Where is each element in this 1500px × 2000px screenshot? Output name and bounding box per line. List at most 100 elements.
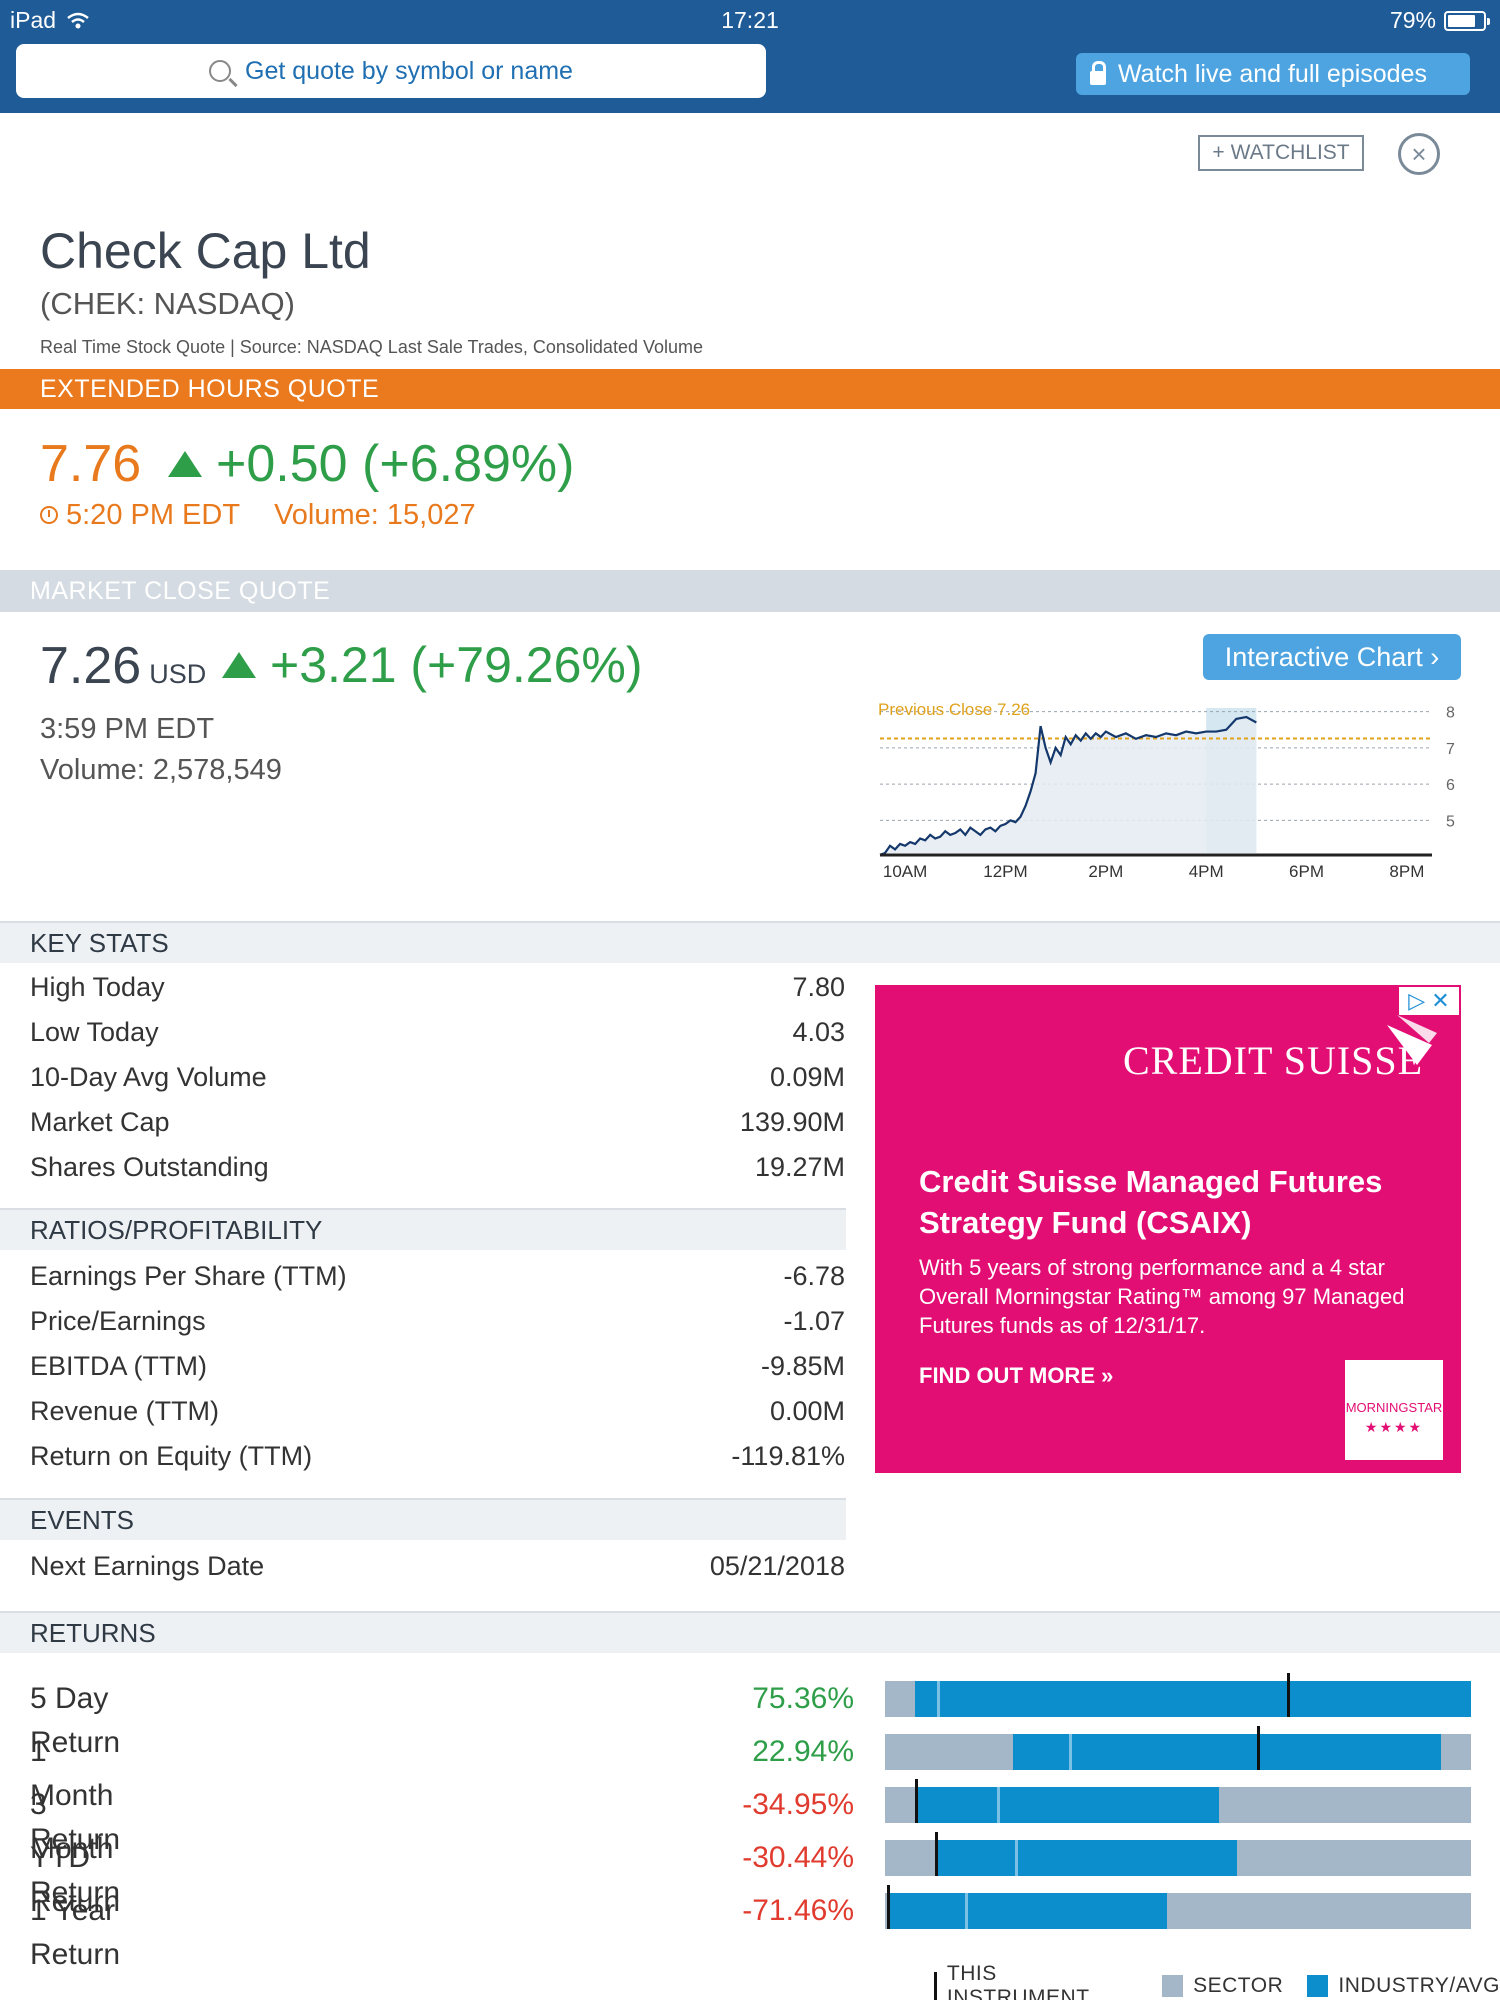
interactive-chart-button[interactable]: Interactive Chart › — [1203, 634, 1461, 680]
x-tick-label: 4PM — [1189, 862, 1224, 880]
instrument-marker — [1287, 1673, 1290, 1717]
x-tick-label: 6PM — [1289, 862, 1324, 880]
ratio-value: -9.85M — [760, 1350, 845, 1381]
y-tick-label: 8 — [1446, 705, 1455, 722]
up-arrow-icon — [168, 451, 202, 477]
return-value: 75.36% — [752, 1682, 854, 1715]
watch-live-label: Watch live and full episodes — [1118, 59, 1427, 88]
event-value: 05/21/2018 — [709, 1550, 845, 1581]
ratio-label: Earnings Per Share (TTM) — [30, 1260, 347, 1291]
close-volume: Volume: 2,578,549 — [40, 754, 282, 786]
extended-change: +0.50 (+6.89%) — [168, 434, 574, 494]
close-price: 7.26 — [40, 637, 142, 695]
extended-price: 7.76 — [40, 435, 142, 493]
company-name: Check Cap Ltd — [40, 223, 371, 279]
add-watchlist-button[interactable]: + WATCHLIST — [1198, 135, 1364, 171]
extended-time: 5:20 PM EDT — [66, 499, 241, 531]
y-tick-label: 7 — [1446, 741, 1455, 758]
battery-icon — [1444, 10, 1490, 31]
return-value: 22.94% — [752, 1735, 854, 1768]
ratio-value: 0.00M — [769, 1395, 845, 1426]
intraday-chart[interactable]: 8 7 6 5 Previous Close 7.26 10AM 12PM 2PM 4PM 6PM… — [870, 690, 1470, 880]
watch-live-button[interactable]: Watch live and full episodes — [1076, 53, 1470, 95]
return-value: -71.46% — [742, 1894, 854, 1927]
sector-divider — [965, 1893, 968, 1929]
x-tick-label: 10AM — [883, 862, 927, 880]
key-stat-value: 0.09M — [769, 1061, 845, 1092]
ratio-row: Earnings Per Share (TTM) -6.78 — [30, 1254, 845, 1298]
ad-body: With 5 years of strong performance and a… — [919, 1255, 1405, 1338]
instrument-marker-icon — [934, 1972, 937, 2000]
status-time: 17:21 — [721, 7, 779, 33]
close-change: +3.21 (+79.26%) — [222, 636, 643, 694]
event-row: Next Earnings Date 05/21/2018 — [30, 1544, 845, 1588]
x-tick-label: 12PM — [983, 862, 1027, 880]
industry-segment — [935, 1840, 1237, 1876]
returns-legend: THIS INSTRUMENT SECTOR INDUSTRY/AVG — [934, 1962, 1500, 2000]
return-value: -30.44% — [742, 1841, 854, 1874]
ratio-label: EBITDA (TTM) — [30, 1350, 207, 1381]
key-stat-value: 7.80 — [792, 971, 845, 1002]
key-stat-label: Shares Outstanding — [30, 1151, 269, 1182]
ratio-label: Revenue (TTM) — [30, 1395, 220, 1426]
search-icon — [209, 60, 232, 82]
sector-divider — [997, 1787, 1000, 1823]
x-tick-label: 8PM — [1389, 862, 1424, 880]
extended-change-value: +0.50 (+6.89%) — [216, 435, 575, 493]
sector-divider — [1015, 1840, 1018, 1876]
return-bar — [885, 1885, 1471, 1929]
key-stat-row: Shares Outstanding 19.27M — [30, 1145, 845, 1189]
returns-header: RETURNS — [0, 1611, 1500, 1653]
sector-swatch-icon — [1161, 1975, 1184, 1997]
industry-segment — [915, 1681, 1471, 1717]
search-input[interactable]: Get quote by symbol or name — [16, 44, 766, 98]
instrument-marker — [1257, 1726, 1260, 1770]
watchlist-label: WATCHLIST — [1230, 141, 1350, 164]
extended-time-wrap: 5:20 PM EDT — [40, 499, 240, 532]
ad-brand: CREDIT SUISSE — [1123, 1038, 1424, 1083]
ad-headline: Credit Suisse Managed Futures Strategy F… — [919, 1164, 1383, 1240]
key-stat-value: 4.03 — [792, 1016, 845, 1047]
ratio-label: Return on Equity (TTM) — [30, 1440, 313, 1471]
key-stat-row: High Today 7.80 — [30, 965, 845, 1009]
lock-icon — [1090, 61, 1106, 85]
return-value: -34.95% — [742, 1788, 854, 1821]
currency: USD — [149, 659, 207, 689]
extended-meta: 5:20 PM EDT Volume: 15,027 — [40, 499, 476, 532]
industry-segment — [1013, 1734, 1441, 1770]
clock-icon — [40, 506, 58, 524]
y-tick-label: 5 — [1446, 813, 1455, 830]
market-close-banner: MARKET CLOSE QUOTE — [0, 570, 1500, 612]
key-stat-row: 10-Day Avg Volume 0.09M — [30, 1055, 845, 1099]
key-stat-label: High Today — [30, 971, 165, 1002]
morningstar-badge: MORNINGSTAR ★★★★ — [1345, 1360, 1443, 1460]
x-tick-label: 2PM — [1088, 862, 1123, 880]
ratio-row: Price/Earnings -1.07 — [30, 1299, 845, 1343]
ratio-value: -119.81% — [731, 1440, 845, 1471]
key-stat-label: 10-Day Avg Volume — [30, 1061, 267, 1092]
ratios-header: RATIOS/PROFITABILITY — [0, 1208, 846, 1250]
events-header: EVENTS — [0, 1498, 846, 1540]
ticker-symbol: (CHEK: NASDAQ) — [40, 286, 295, 321]
key-stat-label: Low Today — [30, 1016, 159, 1047]
industry-segment — [887, 1893, 1167, 1929]
up-arrow-icon — [222, 652, 256, 678]
close-button[interactable]: × — [1398, 133, 1440, 175]
previous-close-label: Previous Close 7.26 — [878, 700, 1030, 719]
legend-sector: SECTOR — [1193, 1974, 1284, 1997]
return-bar — [885, 1832, 1471, 1876]
key-stats-header: KEY STATS — [0, 921, 1500, 963]
return-bar — [885, 1673, 1471, 1717]
ratio-row: Return on Equity (TTM) -119.81% — [30, 1434, 845, 1478]
ad-cta-link[interactable]: FIND OUT MORE » — [919, 1363, 1113, 1389]
industry-swatch-icon — [1307, 1975, 1329, 1997]
key-stat-value: 139.90M — [739, 1106, 845, 1137]
advertisement[interactable]: ▷ ✕ CREDIT SUISSE Credit Suisse Managed … — [875, 985, 1461, 1473]
return-bar — [885, 1779, 1471, 1823]
close-price-wrap: 7.26 USD — [40, 636, 206, 696]
battery-percent: 79% — [1389, 7, 1436, 33]
ratio-row: Revenue (TTM) 0.00M — [30, 1389, 845, 1433]
instrument-marker — [935, 1832, 938, 1876]
key-stat-row: Low Today 4.03 — [30, 1010, 845, 1054]
quote-source: Real Time Stock Quote | Source: NASDAQ L… — [40, 337, 704, 357]
